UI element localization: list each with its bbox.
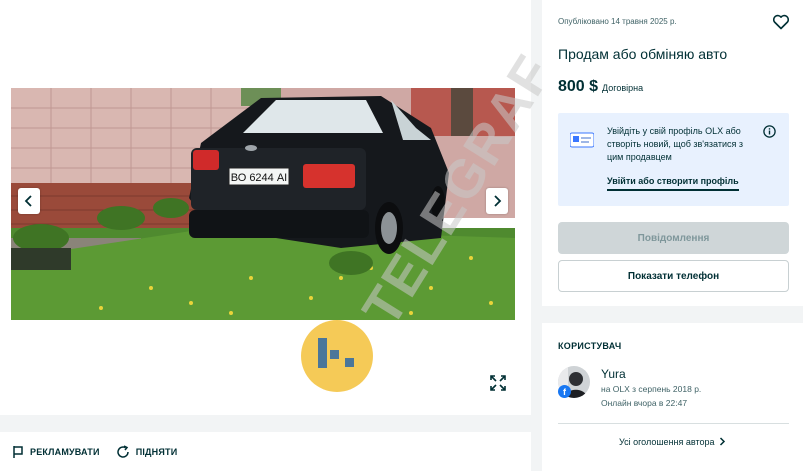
chevron-right-icon (720, 437, 726, 446)
show-phone-button[interactable]: Показати телефон (558, 260, 789, 292)
next-photo-button[interactable] (486, 188, 508, 214)
price-negotiable-label: Договірна (602, 83, 644, 93)
profile-card-icon (570, 132, 594, 148)
car-photo-image: ВО 6244 АІ (11, 88, 515, 320)
promote-button[interactable]: РЕКЛАМУВАТИ (12, 445, 100, 459)
listing-actions-bar: РЕКЛАМУВАТИ ПІДНЯТИ (0, 432, 531, 471)
message-button[interactable]: Повідомлення (558, 222, 789, 254)
prev-photo-button[interactable] (18, 188, 40, 214)
price-row: 800 $ Договірна (558, 78, 643, 96)
seller-member-since: на OLX з серпень 2018 р. (601, 384, 702, 394)
all-seller-ads-label: Усі оголошення автора (618, 437, 715, 447)
divider (558, 423, 789, 424)
listing-title: Продам або обміняю авто (558, 46, 728, 62)
seller-last-online: Онлайн вчора в 22:47 (601, 398, 688, 408)
login-prompt: Увійдіть у свій профіль OLX або створіть… (558, 113, 789, 206)
bump-button[interactable]: ПІДНЯТИ (116, 444, 178, 459)
license-plate: ВО 6244 АІ (231, 172, 288, 184)
fullscreen-button[interactable] (487, 372, 509, 394)
seller-heading: КОРИСТУВАЧ (558, 341, 622, 351)
offer-card: Опубліковано 14 травня 2025 р. Продам аб… (542, 0, 803, 306)
listing-page: ВО 6244 АІ РЕКЛАМУВАТИ ПІДНЯТИ Опубліков… (0, 0, 803, 471)
car-photo[interactable]: ВО 6244 АІ (11, 88, 515, 320)
published-date: Опубліковано 14 травня 2025 р. (558, 17, 677, 26)
facebook-icon: f (558, 385, 571, 398)
info-icon (763, 125, 776, 138)
price: 800 $ (558, 78, 599, 95)
login-prompt-text: Увійдіть у свій профіль OLX або створіть… (607, 126, 743, 162)
flag-icon (13, 445, 23, 458)
favorite-button[interactable] (772, 13, 790, 31)
heart-icon (772, 14, 790, 30)
login-link[interactable]: Увійти або створити профіль (607, 176, 739, 191)
all-seller-ads-link[interactable]: Усі оголошення автора (542, 437, 803, 447)
chevron-right-icon (494, 195, 502, 207)
bump-label: ПІДНЯТИ (135, 446, 178, 457)
photo-gallery: ВО 6244 АІ (0, 0, 531, 415)
promote-label: РЕКЛАМУВАТИ (30, 446, 100, 457)
refresh-icon (116, 444, 129, 458)
expand-icon (490, 375, 506, 391)
seller-name[interactable]: Yura (601, 367, 626, 381)
chevron-left-icon (24, 195, 32, 207)
seller-card: КОРИСТУВАЧ f Yura на OLX з серпень 2018 … (542, 323, 803, 471)
